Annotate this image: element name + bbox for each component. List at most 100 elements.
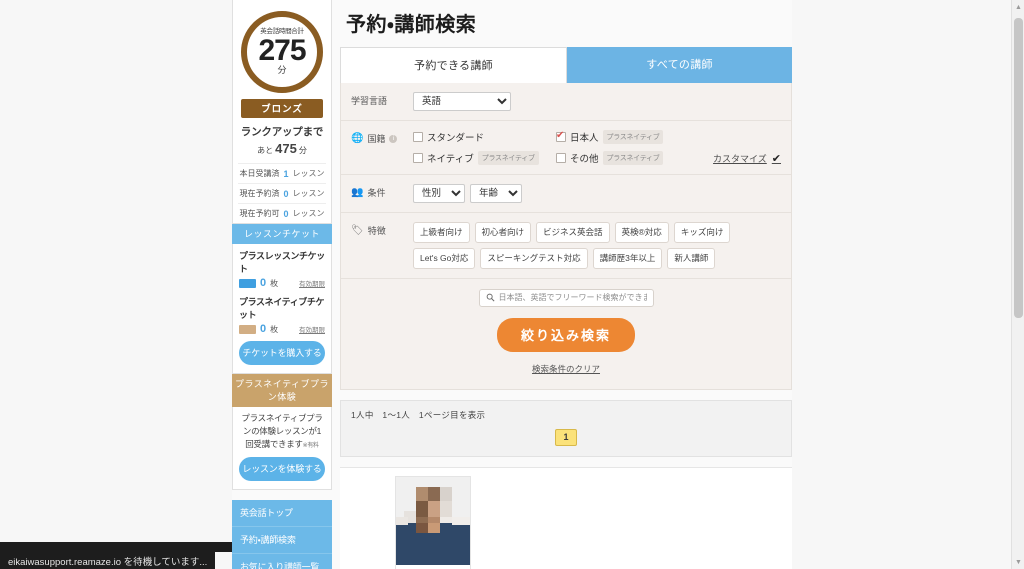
sidebar-nav: 英会話トップ 予約・講師検索 お気に入り講師一覧 予約しているレッスン レッスン… xyxy=(232,499,332,569)
page-button-1[interactable]: 1 xyxy=(555,429,577,446)
age-select[interactable]: 年齢 xyxy=(470,184,522,203)
study-time-ring: 英会話時間合計 275 分 xyxy=(241,11,323,93)
page-scrollbar[interactable]: ▲ ▼ xyxy=(1011,0,1024,569)
checkbox-native[interactable] xyxy=(413,153,423,163)
feature-tag-kids[interactable]: キッズ向け xyxy=(673,222,731,243)
tab-all-teachers[interactable]: すべての講師 xyxy=(567,47,792,83)
content-frame: 英会話時間合計 275 分 ブロンズ ランクアップまで あと 475 分 本日受講済… xyxy=(232,0,792,569)
rankup-number: 475 xyxy=(275,141,297,156)
customize-link-text: カスタマイズ xyxy=(713,153,767,164)
stat-unit: レッスン xyxy=(292,189,325,198)
nationality-line: スタンダード 日本人 プラスネイティブ xyxy=(413,130,781,144)
feature-tag-beginner[interactable]: 初心者向け xyxy=(474,222,532,243)
info-icon[interactable]: i xyxy=(389,134,398,143)
nationality-option-japanese[interactable]: 日本人 プラスネイティブ xyxy=(556,130,699,144)
feature-tag-3years-plus[interactable]: 講師歴3年以上 xyxy=(592,248,663,269)
ticket-unit: 枚 xyxy=(270,324,279,334)
stat-unit: レッスン xyxy=(292,169,325,178)
feature-tags: 上級者向け 初心者向け ビジネス英会話 英検®対応 キッズ向け Let's Go… xyxy=(413,222,781,269)
nationality-option-other[interactable]: その他 プラスネイティブ xyxy=(556,151,699,165)
condition-row: 👥 条件 性別 年齢 xyxy=(341,175,791,213)
checkbox-standard-label: スタンダード xyxy=(427,133,485,144)
ticket-color-chip xyxy=(239,324,256,334)
try-lesson-button[interactable]: レッスンを体験する xyxy=(239,456,325,481)
teacher-photo xyxy=(396,477,470,565)
nationality-option-native[interactable]: ネイティブ プラスネイティブ xyxy=(413,151,556,165)
stat-row: 現在予約可 0 レッスン xyxy=(238,203,326,223)
stat-value: 0 xyxy=(283,208,289,219)
check-icon: ✔ xyxy=(771,152,781,165)
condition-label-text: 条件 xyxy=(367,188,386,198)
nationality-options: スタンダード 日本人 プラスネイティブ ネイティブ xyxy=(413,130,781,165)
feature-tag-advanced[interactable]: 上級者向け xyxy=(413,222,470,243)
rankup-remaining: あと 475 分 xyxy=(238,141,326,156)
checkbox-native-label: ネイティブ xyxy=(427,154,474,165)
freeword-box[interactable] xyxy=(478,289,654,307)
checkbox-japanese-label: 日本人 xyxy=(570,133,599,144)
feature-row: 🏷 特徴 上級者向け 初心者向け ビジネス英会話 英検®対応 キッズ向け Let… xyxy=(341,213,791,279)
gender-select[interactable]: 性別 xyxy=(413,184,465,203)
ticket-expiry-link[interactable]: 有効期限 xyxy=(299,278,325,288)
rank-ring-wrap: 英会話時間合計 275 分 xyxy=(238,6,326,95)
scroll-down-arrow[interactable]: ▼ xyxy=(1012,555,1024,569)
sidebar-item-favorite-teachers[interactable]: お気に入り講師一覧 xyxy=(232,553,332,569)
rankup-title: ランクアップまで xyxy=(240,126,324,138)
checkbox-other-label: その他 xyxy=(570,154,599,165)
ticket-line: 0 枚 有効期限 xyxy=(239,323,325,335)
feature-tag-letsgo[interactable]: Let's Go対応 xyxy=(413,248,476,269)
rank-badge: ブロンズ xyxy=(241,99,323,118)
freeword-input[interactable] xyxy=(498,293,647,302)
feature-label: 🏷 特徴 xyxy=(351,222,413,237)
customize-link[interactable]: カスタマイズ ✔ xyxy=(713,152,781,165)
feature-tag-business[interactable]: ビジネス英会話 xyxy=(536,222,610,243)
page-title: 予約・講師検索 xyxy=(346,14,477,36)
plus-native-heading: プラスネイティブプラン体験 xyxy=(232,374,332,407)
rankup-unit: 分 xyxy=(298,146,307,155)
teacher-tabs: 予約できる講師 すべての講師 xyxy=(340,47,792,83)
status-bar-extension xyxy=(0,542,232,552)
scroll-up-arrow[interactable]: ▲ xyxy=(1012,0,1024,14)
scroll-thumb[interactable] xyxy=(1014,18,1023,318)
search-panel: 学習言語 英語 🌐 国籍 i スタンダード ✔ 日本人 プラスネイティブ ネイテ… xyxy=(340,83,792,390)
ticket-count: 0 xyxy=(260,277,267,289)
buy-ticket-button[interactable]: チケットを購入する xyxy=(239,341,325,365)
plus-native-card: プラスネイティブプランの体験レッスンが1回受講できます※有料 レッスンを体験する xyxy=(232,407,332,490)
sidebar-item-eikaiwa-top[interactable]: 英会話トップ xyxy=(232,499,332,527)
language-label: 学習言語 xyxy=(351,92,413,107)
plus-native-pill: プラスネイティブ xyxy=(602,130,664,144)
checkbox-standard[interactable] xyxy=(413,132,423,142)
nationality-option-standard[interactable]: スタンダード xyxy=(413,130,556,144)
ticket-name: プラスレッスンチケット xyxy=(239,251,325,274)
feature-tag-eiken[interactable]: 英検®対応 xyxy=(614,222,669,243)
stat-label: 現在予約済 xyxy=(239,189,280,198)
teacher-card[interactable]: パパマ ★ 4.84(102) xyxy=(395,476,471,569)
pagination: 1 xyxy=(351,429,781,446)
language-row: 学習言語 英語 xyxy=(341,83,791,121)
feature-tag-new-teacher[interactable]: 新人講師 xyxy=(667,248,716,269)
ticket-unit: 枚 xyxy=(270,278,279,288)
ring-total-minutes: 275 xyxy=(258,34,306,68)
refine-search-button[interactable]: 絞り込み検索 xyxy=(496,318,635,352)
stat-unit: レッスン xyxy=(292,209,325,218)
main-content: 予約・講師検索 予約できる講師 すべての講師 学習言語 英語 🌐 国籍 i スタ… xyxy=(340,0,792,569)
tab-bookable-teachers[interactable]: 予約できる講師 xyxy=(340,47,567,83)
clear-wrap: 検索条件のクリア xyxy=(341,352,791,375)
feature-label-text: 特徴 xyxy=(367,226,386,236)
nationality-line: ネイティブ プラスネイティブ その他 プラスネイティブ カスタマイズ ✔ xyxy=(413,151,781,165)
checkbox-other[interactable] xyxy=(556,153,566,163)
teacher-card-body: パパマ ★ 4.84(102) xyxy=(396,565,470,569)
stat-label: 本日受講済 xyxy=(239,169,280,178)
feature-tag-speaking-test[interactable]: スピーキングテスト対応 xyxy=(480,248,588,269)
language-select[interactable]: 英語 xyxy=(413,92,511,111)
ticket-expiry-link[interactable]: 有効期限 xyxy=(299,324,325,334)
lesson-ticket-card: プラスレッスンチケット 0 枚 有効期限 プラスネイティブチケット 0 枚 有効… xyxy=(232,244,332,374)
nationality-row: 🌐 国籍 i スタンダード 日本人 xyxy=(341,121,791,175)
clear-conditions-link[interactable]: 検索条件のクリア xyxy=(532,364,600,374)
globe-icon: 🌐 xyxy=(351,132,364,144)
teacher-card-area: パパマ ★ 4.84(102) xyxy=(340,467,792,569)
sidebar-item-search-teacher[interactable]: 予約・講師検索 xyxy=(232,526,332,554)
sidebar: 英会話時間合計 275 分 ブロンズ ランクアップまで あと 475 分 本日受講済… xyxy=(232,0,332,569)
tag-icon: 🏷 xyxy=(351,224,364,236)
checkbox-japanese[interactable] xyxy=(556,130,566,142)
browser-status-bar: eikaiwasupport.reamaze.io を待機しています... xyxy=(0,552,216,569)
